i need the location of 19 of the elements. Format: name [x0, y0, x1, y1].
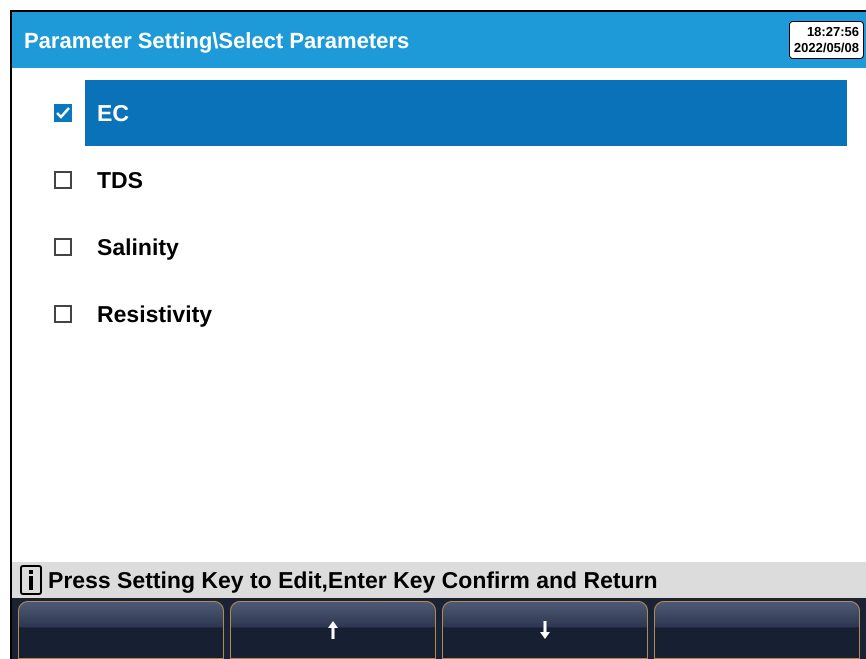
status-message: Press Setting Key to Edit,Enter Key Confirm and Return — [48, 566, 658, 595]
down-softkey[interactable] — [442, 601, 648, 659]
date-text: 2022/05/08 — [794, 40, 859, 56]
time-text: 18:27:56 — [806, 24, 859, 40]
parameter-item[interactable]: EC — [85, 80, 847, 146]
parameter-item[interactable]: Salinity — [85, 214, 847, 280]
checkbox[interactable] — [54, 305, 72, 323]
checkbox[interactable] — [54, 238, 72, 256]
parameter-item[interactable]: TDS — [85, 147, 847, 213]
softkey[interactable] — [654, 601, 860, 659]
up-arrow-icon — [327, 620, 339, 640]
info-icon — [20, 565, 42, 595]
window-title: Parameter Setting\Select Parameters — [24, 26, 410, 55]
checkbox[interactable] — [54, 104, 72, 122]
checkbox[interactable] — [54, 171, 72, 189]
up-softkey[interactable] — [230, 601, 436, 659]
down-arrow-icon — [539, 620, 551, 640]
parameter-item[interactable]: Resistivity — [85, 281, 847, 347]
softkey[interactable] — [18, 601, 224, 659]
